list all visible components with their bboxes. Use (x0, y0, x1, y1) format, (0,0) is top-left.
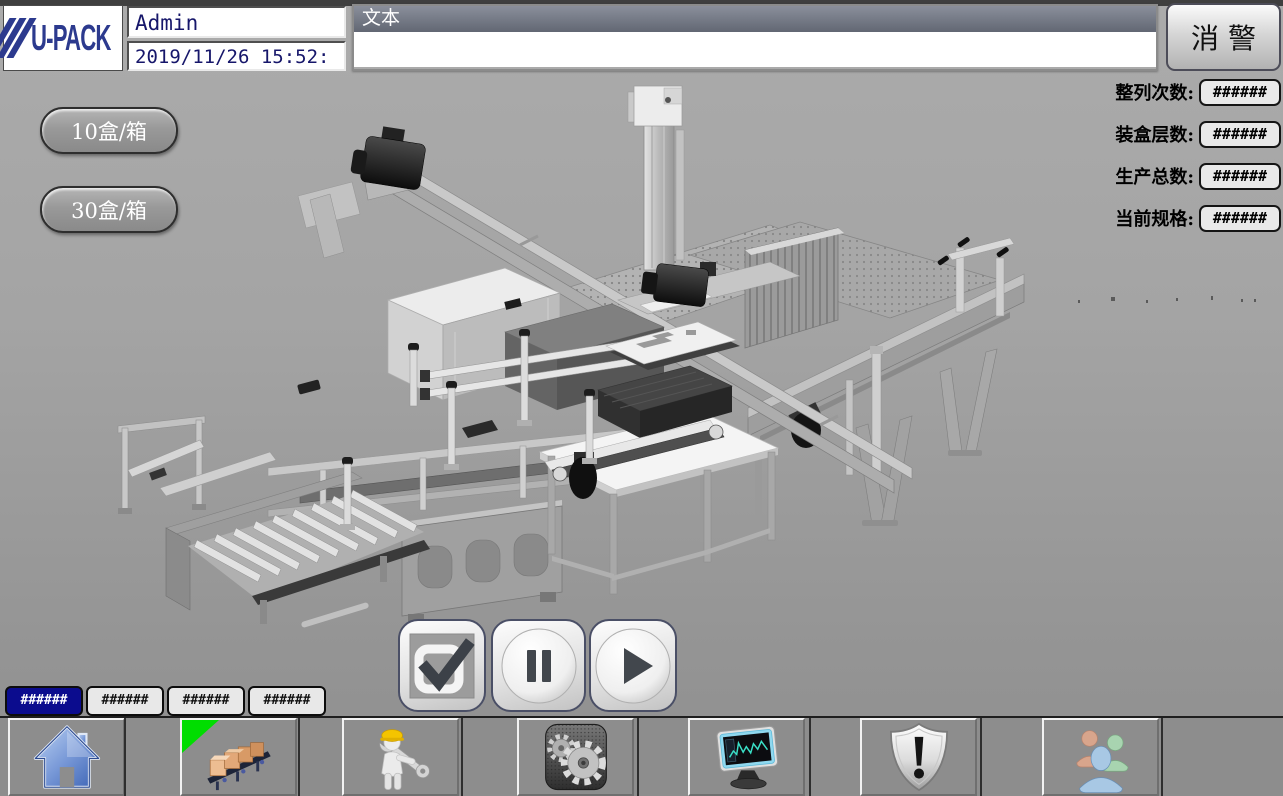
nav-separator (637, 718, 639, 796)
counter-row: 生产总数: ###### (1020, 162, 1281, 190)
status-box-4[interactable]: ###### (248, 686, 326, 716)
spec-30-per-box-button[interactable]: 30盒/箱 (40, 186, 178, 233)
status-box-1[interactable]: ###### (5, 686, 83, 716)
nav-monitoring[interactable] (688, 718, 805, 796)
counter-label: 整列次数: (1115, 79, 1194, 105)
hmi-screen: U-PACK Admin 2019/11/26 15:52: 文本 消警 整列次… (0, 0, 1283, 796)
nav-separator (124, 718, 126, 796)
monitor-waveform-icon (707, 720, 787, 794)
nav-maintenance[interactable] (342, 718, 459, 796)
shield-exclamation-icon (883, 720, 955, 794)
home-icon (31, 721, 103, 793)
nav-separator (809, 718, 811, 796)
play-icon (593, 626, 673, 706)
nav-alarms[interactable] (860, 718, 977, 796)
pause-icon (499, 626, 579, 706)
counter-value: ###### (1199, 121, 1281, 148)
datetime-field[interactable]: 2019/11/26 15:52: (127, 41, 346, 71)
status-box-2[interactable]: ###### (86, 686, 164, 716)
nav-users[interactable] (1042, 718, 1159, 796)
counter-row: 整列次数: ###### (1020, 78, 1281, 106)
logo-slashes-icon (0, 18, 25, 58)
counter-value: ###### (1199, 79, 1281, 106)
logo-panel: U-PACK (3, 5, 123, 71)
counter-value: ###### (1199, 163, 1281, 190)
counter-label: 当前规格: (1115, 205, 1194, 231)
start-button[interactable] (589, 619, 677, 712)
navbar (0, 718, 1283, 796)
message-label: 文本 (354, 6, 1156, 32)
counter-row: 当前规格: ###### (1020, 204, 1281, 232)
status-box-3[interactable]: ###### (167, 686, 245, 716)
counter-row: 装盒层数: ###### (1020, 120, 1281, 148)
counter-label: 生产总数: (1115, 163, 1194, 189)
users-icon (1063, 720, 1139, 794)
nav-settings[interactable] (517, 718, 634, 796)
nav-separator (1161, 718, 1163, 796)
gears-icon (539, 720, 613, 794)
nav-production-line[interactable] (180, 718, 297, 796)
counter-label: 装盒层数: (1115, 121, 1194, 147)
nav-separator (461, 718, 463, 796)
run-flag-icon (182, 720, 220, 754)
nav-separator (298, 718, 300, 796)
nav-separator (980, 718, 982, 796)
user-field[interactable]: Admin (127, 6, 346, 38)
confirm-button[interactable] (398, 619, 486, 712)
clear-alarm-button[interactable]: 消警 (1166, 3, 1281, 71)
counter-value: ###### (1199, 205, 1281, 232)
message-value (354, 32, 1156, 67)
worker-wrench-icon (363, 720, 439, 794)
spec-10-per-box-button[interactable]: 10盒/箱 (40, 107, 178, 154)
nav-home[interactable] (8, 718, 125, 796)
logo-text: U-PACK (31, 17, 111, 59)
pause-button[interactable] (491, 619, 586, 712)
alarm-message-box[interactable]: 文本 (352, 4, 1158, 71)
checkbox-check-icon (409, 633, 475, 699)
